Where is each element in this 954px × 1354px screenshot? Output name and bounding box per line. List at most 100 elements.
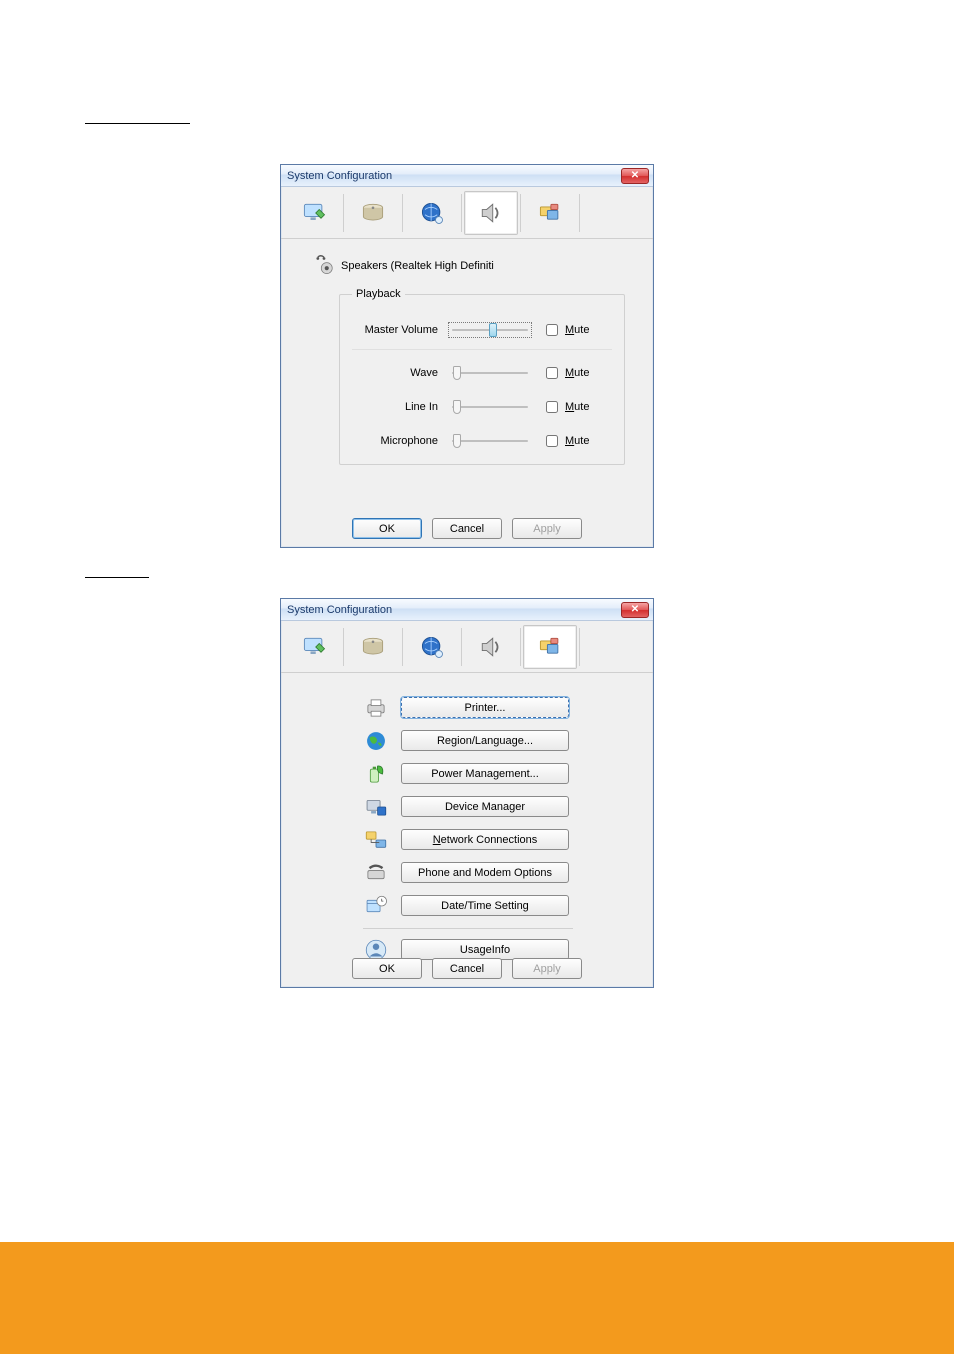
titlebar: System Configuration ✕: [281, 165, 653, 187]
toolbar-separator: [343, 194, 344, 232]
toolbar: [281, 621, 653, 673]
dialog-body-audio: Speakers (Realtek High Definiti Playback…: [281, 239, 653, 479]
divider: [363, 928, 573, 929]
mute-mic[interactable]: Mute: [542, 432, 589, 450]
row-printer: Printer...: [363, 691, 635, 724]
slider-linein-wrap: [448, 403, 532, 411]
ok-button[interactable]: OK: [352, 958, 422, 979]
modem-button[interactable]: Phone and Modem Options: [401, 862, 569, 883]
slider-mic-wrap: [448, 437, 532, 445]
settings-folders-icon: [536, 199, 564, 227]
row-region: Region/Language...: [363, 724, 635, 757]
mute-linein-checkbox[interactable]: [546, 401, 558, 413]
row-network: Network Connections: [363, 823, 635, 856]
ok-button[interactable]: OK: [352, 518, 422, 539]
mute-wave-checkbox[interactable]: [546, 367, 558, 379]
label-linein: Line In: [352, 401, 448, 413]
toolbar-separator: [461, 628, 462, 666]
network-connections-icon: [363, 827, 389, 853]
slider-wave-wrap: [448, 369, 532, 377]
toolbar-separator: [402, 628, 403, 666]
apply-button[interactable]: Apply: [512, 518, 582, 539]
tool-disk[interactable]: [346, 625, 400, 669]
slider-master[interactable]: [452, 328, 528, 332]
window-title: System Configuration: [285, 604, 392, 616]
close-button[interactable]: ✕: [621, 602, 649, 618]
device-manager-icon: [363, 794, 389, 820]
mute-wave[interactable]: Mute: [542, 364, 589, 382]
devmgr-button[interactable]: Device Manager: [401, 796, 569, 817]
close-button[interactable]: ✕: [621, 168, 649, 184]
globe-green-icon: [363, 728, 389, 754]
speaker-icon: [477, 633, 505, 661]
tool-network[interactable]: [405, 625, 459, 669]
row-power: Power Management...: [363, 757, 635, 790]
heading-rule-audio: [85, 123, 190, 124]
mute-master[interactable]: Mute: [542, 321, 589, 339]
globe-icon: [418, 633, 446, 661]
titlebar: System Configuration ✕: [281, 599, 653, 621]
mute-mic-checkbox[interactable]: [546, 435, 558, 447]
label-master: Master Volume: [352, 324, 448, 336]
tool-audio[interactable]: [464, 625, 518, 669]
battery-leaf-icon: [363, 761, 389, 787]
usage-button[interactable]: UsageInfo: [401, 939, 569, 960]
window-audio: System Configuration ✕: [280, 164, 654, 548]
row-devmgr: Device Manager: [363, 790, 635, 823]
window-others: System Configuration ✕: [280, 598, 654, 988]
toolbar-separator: [579, 194, 580, 232]
globe-icon: [418, 199, 446, 227]
window-title: System Configuration: [285, 170, 392, 182]
cancel-button[interactable]: Cancel: [432, 518, 502, 539]
slider-linein[interactable]: [452, 405, 528, 409]
heading-rule-others: [85, 577, 149, 578]
monitor-icon: [300, 199, 328, 227]
monitor-icon: [300, 633, 328, 661]
close-icon: ✕: [631, 605, 639, 615]
printer-icon: [363, 695, 389, 721]
others-list: Printer... Region/Language... Power Mana…: [363, 691, 635, 966]
label-wave: Wave: [352, 367, 448, 379]
region-button[interactable]: Region/Language...: [401, 730, 569, 751]
mute-linein[interactable]: Mute: [542, 398, 589, 416]
row-wave: Wave Mute: [352, 356, 612, 390]
tool-display[interactable]: [287, 191, 341, 235]
tool-network[interactable]: [405, 191, 459, 235]
tool-others[interactable]: [523, 625, 577, 669]
dialog-body-others: Printer... Region/Language... Power Mana…: [281, 673, 653, 980]
row-mic: Microphone Mute: [352, 424, 612, 458]
printer-button[interactable]: Printer...: [401, 697, 569, 718]
label-mic: Microphone: [352, 435, 448, 447]
mute-master-checkbox[interactable]: [546, 324, 558, 336]
audio-device-icon: [313, 253, 335, 278]
apply-button[interactable]: Apply: [512, 958, 582, 979]
playback-group: Playback Master Volume Mute Wave M: [339, 288, 625, 465]
row-linein: Line In Mute: [352, 390, 612, 424]
calendar-clock-icon: [363, 893, 389, 919]
page-footer: [0, 1242, 954, 1354]
tool-audio[interactable]: [464, 191, 518, 235]
row-modem: Phone and Modem Options: [363, 856, 635, 889]
tool-display[interactable]: [287, 625, 341, 669]
settings-folders-icon: [536, 633, 564, 661]
disk-icon: [359, 199, 387, 227]
toolbar-separator: [579, 628, 580, 666]
toolbar-separator: [461, 194, 462, 232]
toolbar-separator: [402, 194, 403, 232]
speaker-icon: [477, 199, 505, 227]
cancel-button[interactable]: Cancel: [432, 958, 502, 979]
slider-master-wrap: [448, 322, 532, 338]
slider-wave[interactable]: [452, 371, 528, 375]
datetime-button[interactable]: Date/Time Setting: [401, 895, 569, 916]
toolbar: [281, 187, 653, 239]
tool-disk[interactable]: [346, 191, 400, 235]
playback-legend: Playback: [352, 288, 405, 300]
toolbar-separator: [520, 194, 521, 232]
close-icon: ✕: [631, 171, 639, 181]
phone-modem-icon: [363, 860, 389, 886]
network-button[interactable]: Network Connections: [401, 829, 569, 850]
slider-mic[interactable]: [452, 439, 528, 443]
tool-others[interactable]: [523, 191, 577, 235]
power-button[interactable]: Power Management...: [401, 763, 569, 784]
button-bar: OK Cancel Apply: [281, 518, 653, 539]
